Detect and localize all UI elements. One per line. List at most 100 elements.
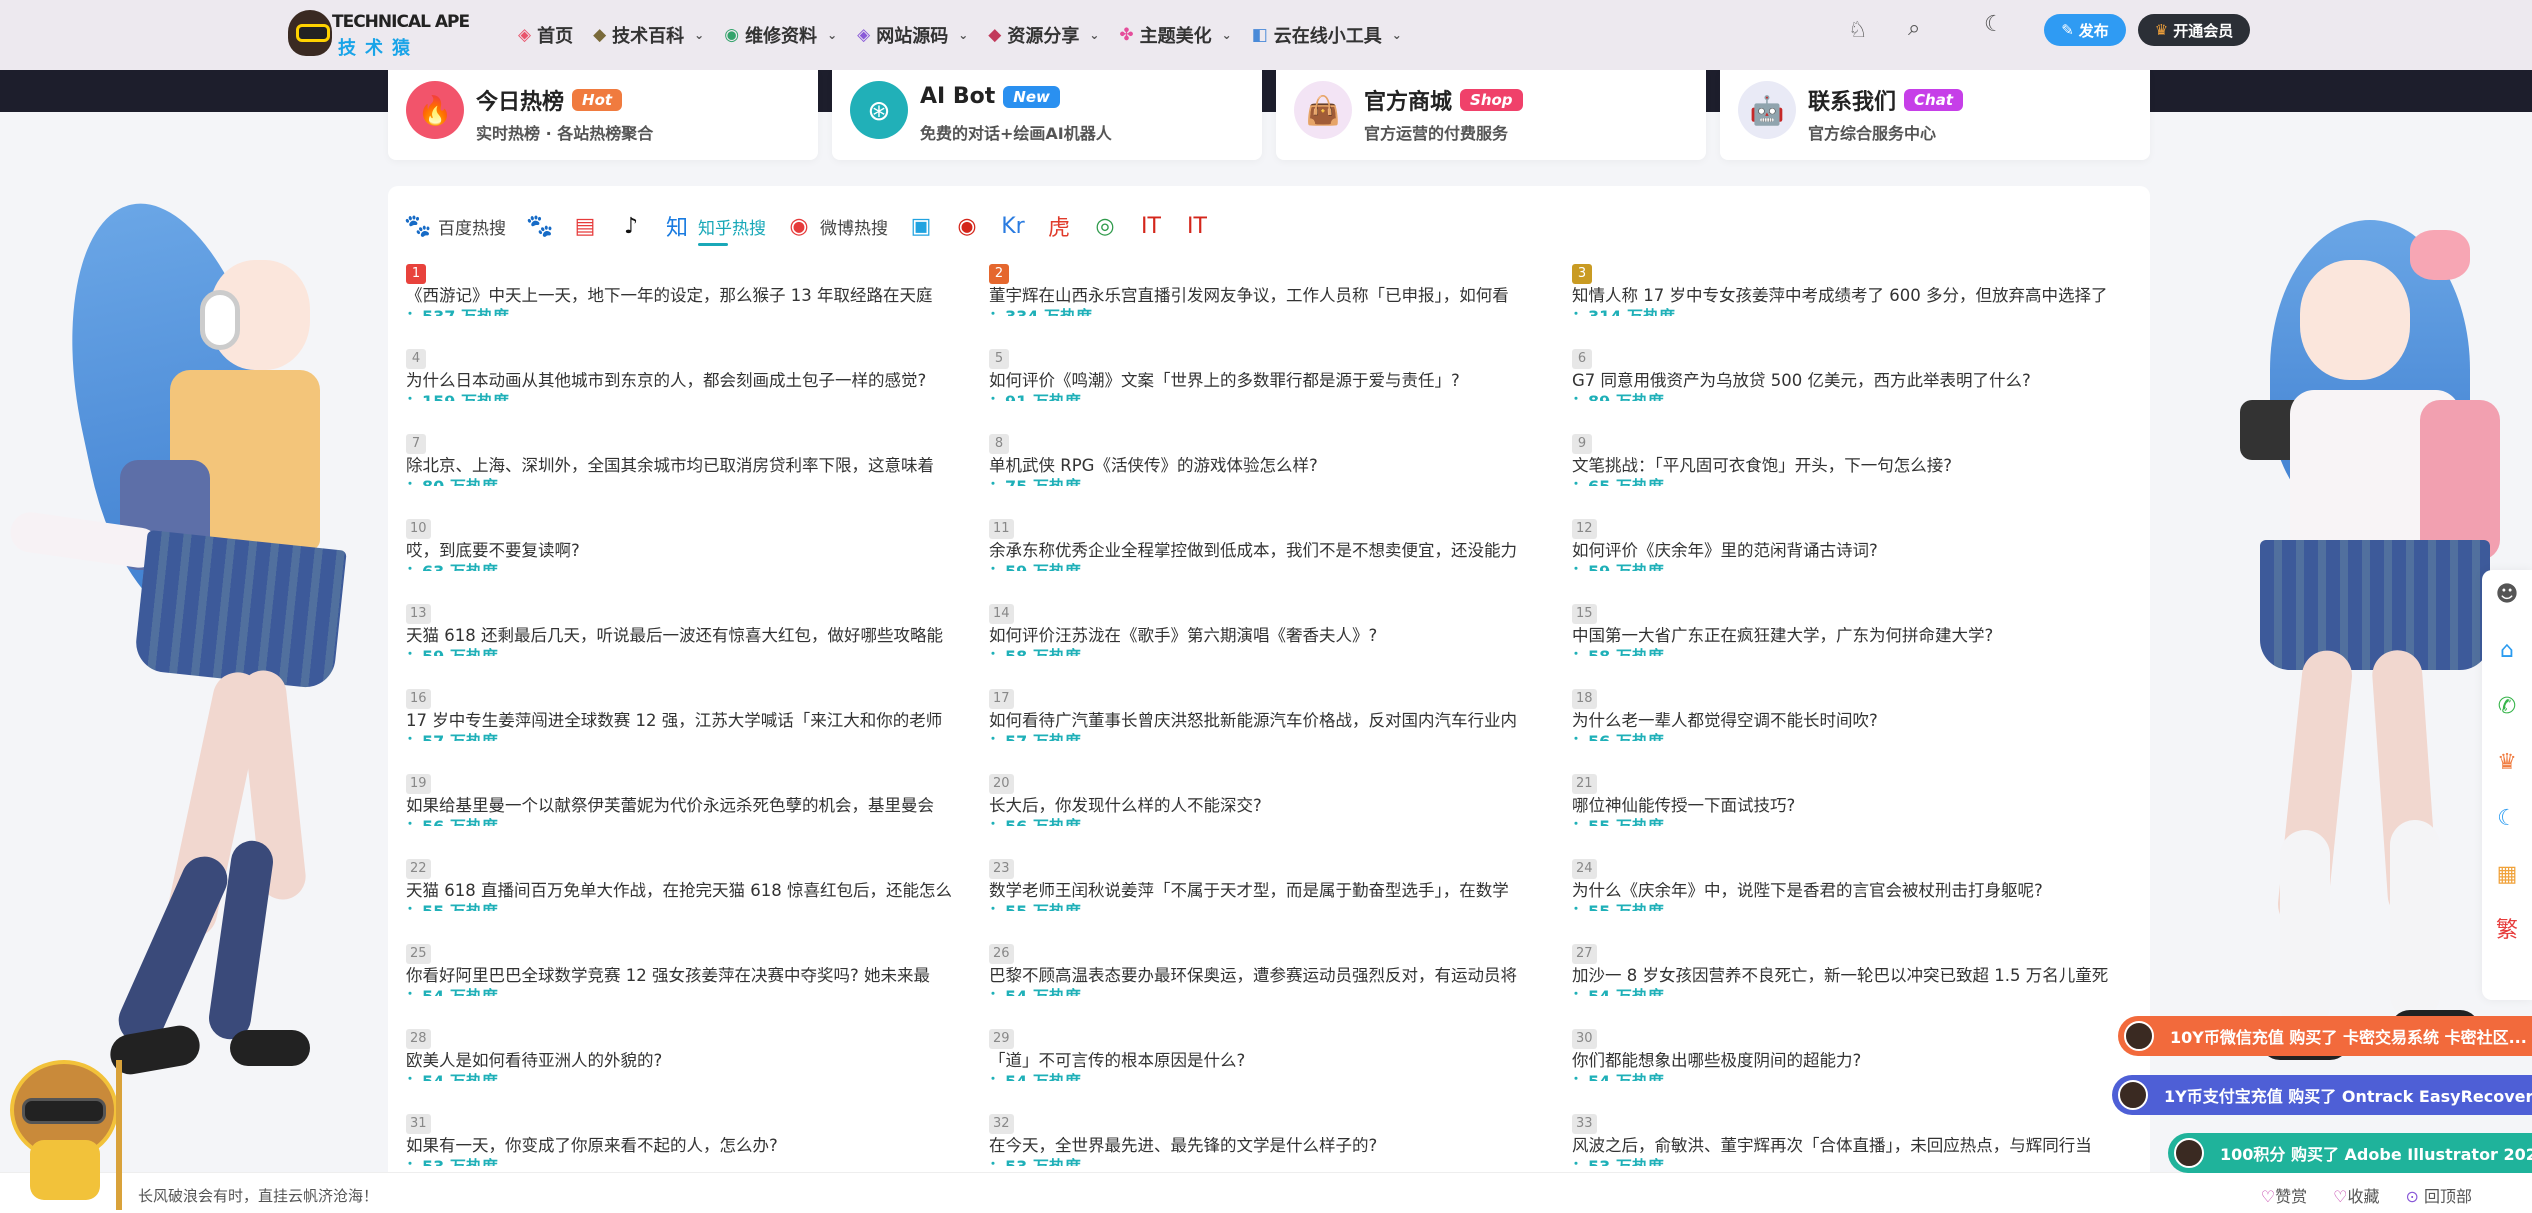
crown-icon[interactable]: ♛ xyxy=(2494,750,2520,776)
hot-item-title[interactable]: 「道」不可言传的根本原因是什么? xyxy=(989,1050,1558,1072)
hot-list-item[interactable]: 11余承东称优秀企业全程掌控做到低成本，我们不是不想卖便宜，还没能力：59 万热… xyxy=(989,517,1572,571)
hot-item-title[interactable]: 如何评价汪苏泷在《歌手》第六期演唱《奢香夫人》? xyxy=(989,625,1558,647)
hot-item-title[interactable]: 如果给基里曼一个以献祭伊芙蕾妮为代价永远杀死色孽的机会，基里曼会 xyxy=(406,795,975,817)
hot-item-title[interactable]: 中国第一大省广东正在疯狂建大学，广东为何拼命建大学? xyxy=(1572,625,2134,647)
hot-list-item[interactable]: 25你看好阿里巴巴全球数学竞赛 12 强女孩姜萍在决赛中夺奖吗? 她未来最：54… xyxy=(406,942,989,996)
hot-list-item[interactable]: 21哪位神仙能传授一下面试技巧?：55 万热度 xyxy=(1572,772,2148,826)
purchase-notification[interactable]: 10Y币微信充值 购买了 卡密交易系统 卡密社区... xyxy=(2118,1016,2532,1056)
hot-item-title[interactable]: 加沙一 8 岁女孩因营养不良死亡，新一轮巴以冲突已致超 1.5 万名儿童死 xyxy=(1572,965,2134,987)
hot-source-tab[interactable]: ◉ 微博热搜 xyxy=(786,200,888,252)
nav-menu-item[interactable]: ◈ 网站源码 ⌄ xyxy=(857,22,968,48)
hot-list-item[interactable]: 19如果给基里曼一个以献祭伊芙蕾妮为代价永远杀死色孽的机会，基里曼会：56 万热… xyxy=(406,772,989,826)
hot-list-item[interactable]: 15中国第一大省广东正在疯狂建大学，广东为何拼命建大学?：58 万热度 xyxy=(1572,602,2148,656)
hot-item-title[interactable]: 为什么日本动画从其他城市到东京的人，都会刻画成土包子一样的感觉? xyxy=(406,370,975,392)
hot-source-tab[interactable]: IT xyxy=(1184,200,1210,252)
hot-list-item[interactable]: 3知情人称 17 岁中专女孩姜萍中考成绩考了 600 多分，但放弃高中选择了：3… xyxy=(1572,262,2148,316)
hot-list-item[interactable]: 2董宇辉在山西永乐宫直播引发网友争议，工作人员称「已申报」，如何看：334 万热… xyxy=(989,262,1572,316)
back-to-top-button[interactable]: ⊙ 回顶部 xyxy=(2405,1183,2472,1207)
hot-item-title[interactable]: 欧美人是如何看待亚洲人的外貌的? xyxy=(406,1050,975,1072)
hot-source-tab[interactable]: 🐾 百度热搜 xyxy=(404,200,506,252)
feature-card[interactable]: ⊛ AI Bot New 免费的对话+绘画AI机器人 xyxy=(832,70,1262,160)
nav-menu-item[interactable]: ✤ 主题美化 ⌄ xyxy=(1119,22,1231,48)
hot-item-title[interactable]: 哪位神仙能传授一下面试技巧? xyxy=(1572,795,2134,817)
hot-item-title[interactable]: 知情人称 17 岁中专女孩姜萍中考成绩考了 600 多分，但放弃高中选择了 xyxy=(1572,285,2134,307)
hot-list-item[interactable]: 27加沙一 8 岁女孩因营养不良死亡，新一轮巴以冲突已致超 1.5 万名儿童死：… xyxy=(1572,942,2148,996)
hot-list-item[interactable]: 24为什么《庆余年》中，说陛下是香君的言官会被杖刑击打身躯呢?：55 万热度 xyxy=(1572,857,2148,911)
hot-item-title[interactable]: 余承东称优秀企业全程掌控做到低成本，我们不是不想卖便宜，还没能力 xyxy=(989,540,1558,562)
hot-list-item[interactable]: 23数学老师王闰秋说姜萍「不属于天才型，而是属于勤奋型选手」，在数学：55 万热… xyxy=(989,857,1572,911)
hot-source-tab[interactable]: ♪ xyxy=(618,200,644,252)
hot-item-title[interactable]: 单机武侠 RPG《活侠传》的游戏体验怎么样? xyxy=(989,455,1558,477)
hot-item-title[interactable]: 天猫 618 直播间百万免单大作战，在抢完天猫 618 惊喜红包后，还能怎么 xyxy=(406,880,975,902)
hot-item-title[interactable]: 长大后，你发现什么样的人不能深交? xyxy=(989,795,1558,817)
hot-list-item[interactable]: 29「道」不可言传的根本原因是什么?：54 万热度 xyxy=(989,1027,1572,1081)
hot-item-title[interactable]: 巴黎不顾高温表态要办最环保奥运，遭参赛运动员强烈反对，有运动员将 xyxy=(989,965,1558,987)
site-logo[interactable]: TECHNICAL APE 技术猿 xyxy=(288,6,470,64)
hot-item-title[interactable]: 数学老师王闰秋说姜萍「不属于天才型，而是属于勤奋型选手」，在数学 xyxy=(989,880,1558,902)
hot-item-title[interactable]: 风波之后，俞敏洪、董宇辉再次「合体直播」，未回应热点，与辉同行当 xyxy=(1572,1135,2134,1157)
hot-item-title[interactable]: 如何评价《庆余年》里的范闲背诵古诗词? xyxy=(1572,540,2134,562)
hot-item-title[interactable]: 哎，到底要不要复读啊? xyxy=(406,540,975,562)
feature-card[interactable]: 🔥 今日热榜 Hot 实时热榜 · 各站热榜聚合 xyxy=(388,70,818,160)
nav-menu-item[interactable]: ◈ 首页 xyxy=(518,22,573,48)
nav-menu-item[interactable]: ◆ 资源分享 ⌄ xyxy=(988,22,1099,48)
hot-list-item[interactable]: 22 天猫 618 直播间百万免单大作战，在抢完天猫 618 惊喜红包后，还能怎么… xyxy=(406,857,989,911)
hot-item-title[interactable]: 如果有一天，你变成了你原来看不起的人，怎么办? xyxy=(406,1135,975,1157)
hot-list-item[interactable]: 31如果有一天，你变成了你原来看不起的人，怎么办?：53 万热度 xyxy=(406,1112,989,1166)
monkey-icon[interactable]: ☻ xyxy=(2494,582,2520,608)
search-icon[interactable]: ⌕ xyxy=(1908,16,1920,41)
traditional-chinese-icon[interactable]: 繁 xyxy=(2494,918,2520,944)
dark-mode-moon-icon[interactable]: ☾ xyxy=(1984,12,2004,37)
hot-item-title[interactable]: 文笔挑战：「平凡固可衣食饱」开头，下一句怎么接? xyxy=(1572,455,2134,477)
publish-button[interactable]: ✎ 发布 xyxy=(2044,14,2126,46)
purchase-notification[interactable]: 100积分 购买了 Adobe Illustrator 202... xyxy=(2168,1133,2532,1173)
hot-list-item[interactable]: 1617 岁中专生姜萍闯进全球数赛 12 强，江苏大学喊话「来江大和你的老师：5… xyxy=(406,687,989,741)
hot-list-item[interactable]: 1《西游记》中天上一天，地下一年的设定，那么猴子 13 年取经路在天庭：537 … xyxy=(406,262,989,316)
hot-source-tab[interactable]: IT xyxy=(1138,200,1164,252)
hot-list-item[interactable]: 33风波之后，俞敏洪、董宇辉再次「合体直播」，未回应热点，与辉同行当：53 万热… xyxy=(1572,1112,2148,1166)
favorite-button[interactable]: ♡收藏 xyxy=(2333,1183,2379,1207)
feature-card[interactable]: 🤖 联系我们 Chat 官方综合服务中心 xyxy=(1720,70,2150,160)
nav-menu-item[interactable]: ◧ 云在线小工具 ⌄ xyxy=(1252,22,1402,48)
hot-item-title[interactable]: 如何看待广汽董事长曾庆洪怒批新能源汽车价格战，反对国内汽车行业内 xyxy=(989,710,1558,732)
hot-list-item[interactable]: 6G7 同意用俄资产为乌放贷 500 亿美元，西方此举表明了什么?：89 万热度 xyxy=(1572,347,2148,401)
hot-item-title[interactable]: 如何评价《鸣潮》文案「世界上的多数罪行都是源于爱与责任」? xyxy=(989,370,1558,392)
hot-source-tab[interactable]: ◉ xyxy=(954,200,980,252)
hot-item-title[interactable]: 在今天，全世界最先进、最先锋的文学是什么样子的? xyxy=(989,1135,1558,1157)
hot-list-item[interactable]: 28欧美人是如何看待亚洲人的外貌的?：54 万热度 xyxy=(406,1027,989,1081)
like-button[interactable]: ♡赞赏 xyxy=(2261,1183,2307,1207)
hot-item-title[interactable]: 你们都能想象出哪些极度阴间的超能力? xyxy=(1572,1050,2134,1072)
hot-item-title[interactable]: 《西游记》中天上一天，地下一年的设定，那么猴子 13 年取经路在天庭 xyxy=(406,285,975,307)
hot-item-title[interactable]: 你看好阿里巴巴全球数学竞赛 12 强女孩姜萍在决赛中夺奖吗? 她未来最 xyxy=(406,965,975,987)
hot-source-tab[interactable]: ▤ xyxy=(572,200,598,252)
hot-item-title[interactable]: 除北京、上海、深圳外，全国其余城市均已取消房贷利率下限，这意味着 xyxy=(406,455,975,477)
hot-item-title[interactable]: 为什么老一辈人都觉得空调不能长时间吹? xyxy=(1572,710,2134,732)
hot-list-item[interactable]: 7除北京、上海、深圳外，全国其余城市均已取消房贷利率下限，这意味着：80 万热度 xyxy=(406,432,989,486)
hot-list-item[interactable]: 5如何评价《鸣潮》文案「世界上的多数罪行都是源于爱与责任」?：91 万热度 xyxy=(989,347,1572,401)
hot-item-title[interactable]: 董宇辉在山西永乐宫直播引发网友争议，工作人员称「已申报」，如何看 xyxy=(989,285,1558,307)
hot-list-item[interactable]: 8单机武侠 RPG《活侠传》的游戏体验怎么样?：75 万热度 xyxy=(989,432,1572,486)
hot-list-item[interactable]: 9文笔挑战：「平凡固可衣食饱」开头，下一句怎么接?：65 万热度 xyxy=(1572,432,2148,486)
hot-source-tab[interactable]: 虎 xyxy=(1046,200,1072,252)
hot-item-title[interactable]: 17 岁中专生姜萍闯进全球数赛 12 强，江苏大学喊话「来江大和你的老师 xyxy=(406,710,975,732)
purchase-notification[interactable]: 1Y币支付宝充值 购买了 Ontrack EasyRecover... xyxy=(2112,1075,2532,1115)
home-icon[interactable]: ⌂ xyxy=(2494,638,2520,664)
hot-source-tab[interactable]: 知知乎热搜 xyxy=(664,200,766,252)
qrcode-icon[interactable]: ▦ xyxy=(2494,862,2520,888)
hot-list-item[interactable]: 17如何看待广汽董事长曾庆洪怒批新能源汽车价格战，反对国内汽车行业内：57 万热… xyxy=(989,687,1572,741)
hot-item-title[interactable]: 天猫 618 还剩最后几天，听说最后一波还有惊喜大红包，做好哪些攻略能 xyxy=(406,625,975,647)
feature-card[interactable]: 👜 官方商城 Shop 官方运营的付费服务 xyxy=(1276,70,1706,160)
hot-list-item[interactable]: 14如何评价汪苏泷在《歌手》第六期演唱《奢香夫人》?：58 万热度 xyxy=(989,602,1572,656)
nav-menu-item[interactable]: ◉ 维修资料 ⌄ xyxy=(724,22,837,48)
hot-list-item[interactable]: 13天猫 618 还剩最后几天，听说最后一波还有惊喜大红包，做好哪些攻略能：59… xyxy=(406,602,989,656)
hot-list-item[interactable]: 32在今天，全世界最先进、最先锋的文学是什么样子的?：53 万热度 xyxy=(989,1112,1572,1166)
hot-list-item[interactable]: 30你们都能想象出哪些极度阴间的超能力?：54 万热度 xyxy=(1572,1027,2148,1081)
hot-item-title[interactable]: 为什么《庆余年》中，说陛下是香君的言官会被杖刑击打身躯呢? xyxy=(1572,880,2134,902)
notification-bell-icon[interactable]: ♘ xyxy=(1848,18,1868,43)
hot-list-item[interactable]: 20长大后，你发现什么样的人不能深交?：56 万热度 xyxy=(989,772,1572,826)
nav-menu-item[interactable]: ◆ 技术百科 ⌄ xyxy=(593,22,704,48)
hot-list-item[interactable]: 18为什么老一辈人都觉得空调不能长时间吹?：56 万热度 xyxy=(1572,687,2148,741)
hot-list-item[interactable]: 12如何评价《庆余年》里的范闲背诵古诗词?：59 万热度 xyxy=(1572,517,2148,571)
hot-item-title[interactable]: G7 同意用俄资产为乌放贷 500 亿美元，西方此举表明了什么? xyxy=(1572,370,2134,392)
hot-source-tab[interactable]: ▣ xyxy=(908,200,934,252)
